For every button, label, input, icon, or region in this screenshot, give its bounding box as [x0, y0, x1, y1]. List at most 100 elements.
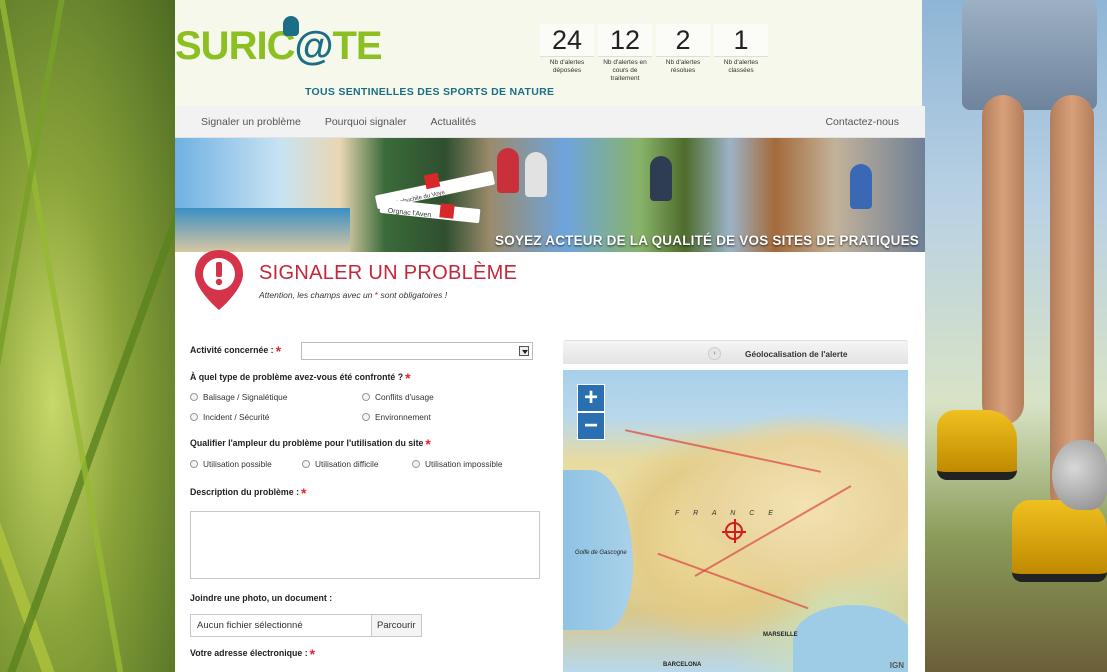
alert-marker-icon: [195, 250, 243, 310]
required-note: Attention, les champs avec un * sont obl…: [259, 290, 447, 300]
radio-label: Balisage / Signalétique: [203, 392, 288, 402]
radio-button[interactable]: [190, 393, 198, 401]
logo-text-left: SURIC: [175, 24, 295, 68]
severity-field: Qualifier l'ampleur du problème pour l'u…: [190, 436, 545, 469]
radio-use-impossible[interactable]: Utilisation impossible: [412, 459, 502, 469]
radio-label: Utilisation possible: [203, 459, 272, 469]
map-gulf-label: Golfe de Gascogne: [575, 550, 627, 556]
nav-item-contact[interactable]: Contactez-nous: [825, 116, 899, 128]
counter-value: 12: [598, 24, 652, 57]
counter-deposited: 24 Nb d'alertes déposées: [540, 24, 594, 83]
counter-value: 2: [656, 24, 710, 57]
site-tagline: TOUS SENTINELLES DES SPORTS DE NATURE: [305, 86, 555, 98]
logo-text-right: TE: [332, 24, 382, 68]
map-tab[interactable]: › Géolocalisation de l'alerte: [563, 340, 908, 364]
sign-marker-icon: [439, 203, 455, 219]
activity-label: Activité concernée :: [190, 345, 274, 355]
radio-label: Utilisation difficile: [315, 459, 379, 469]
background-grass: [0, 0, 175, 672]
description-textarea[interactable]: [190, 511, 540, 579]
geolocation-map[interactable]: F R A N C E Golfe de Gascogne MARSEILLE …: [563, 370, 908, 672]
browse-button[interactable]: Parcourir: [371, 614, 422, 637]
zoom-in-button[interactable]: +: [577, 384, 605, 412]
sign-bottom-text: Orgnac l'Aven: [387, 207, 432, 220]
required-star: *: [405, 370, 411, 386]
attachment-field: Joindre une photo, un document : Aucun f…: [190, 593, 545, 637]
activity-select[interactable]: [301, 342, 533, 360]
severity-label: Qualifier l'ampleur du problème pour l'u…: [190, 438, 424, 448]
counter-resolved: 2 Nb d'alertes résolues: [656, 24, 710, 83]
required-note-star: *: [374, 290, 379, 300]
nav-item-why-report[interactable]: Pourquoi signaler: [325, 116, 407, 128]
radio-usage-conflict[interactable]: Conflits d'usage: [362, 392, 434, 402]
activity-field: Activité concernée : *: [190, 334, 545, 364]
map-country-label: F R A N C E: [675, 510, 779, 517]
required-star: *: [301, 485, 307, 501]
banner-kayaker: [497, 148, 519, 193]
site-header: SURIC@TE TOUS SENTINELLES DES SPORTS DE …: [175, 16, 925, 106]
radio-environment[interactable]: Environnement: [362, 412, 431, 422]
map-road: [624, 429, 822, 473]
radio-button[interactable]: [190, 413, 198, 421]
hiker-shoe-left: [937, 410, 1017, 480]
report-form: Activité concernée : * À quel type de pro…: [190, 334, 545, 662]
nav-item-news[interactable]: Actualités: [431, 116, 477, 128]
alert-counters: 24 Nb d'alertes déposées 12 Nb d'alertes…: [540, 24, 768, 83]
counter-label: Nb d'alertes déposées: [549, 59, 585, 74]
nav-item-report[interactable]: Signaler un problème: [201, 116, 301, 128]
counter-label: Nb d'alertes classées: [723, 59, 759, 74]
map-road: [657, 552, 809, 610]
map-zoom-control: + −: [577, 384, 607, 440]
radio-signage[interactable]: Balisage / Signalétique: [190, 392, 362, 402]
radio-incident[interactable]: Incident / Sécurité: [190, 412, 362, 422]
counter-label: Nb d'alertes en cours de traitement: [603, 59, 647, 82]
required-note-before: Attention, les champs avec un: [259, 290, 373, 300]
radio-label: Conflits d'usage: [375, 392, 434, 402]
radio-use-difficult[interactable]: Utilisation difficile: [302, 459, 412, 469]
main-nav: Signaler un problème Pourquoi signaler A…: [175, 106, 925, 138]
chevron-right-icon[interactable]: ›: [708, 347, 721, 360]
map-city-barcelona: BARCELONA: [663, 662, 702, 668]
map-road: [694, 485, 852, 577]
banner-kayaker: [525, 152, 547, 197]
radio-label: Incident / Sécurité: [203, 412, 270, 422]
zoom-out-button[interactable]: −: [577, 412, 605, 440]
hero-banner: Lebuchile du Voye Orgnac l'Aven SOYEZ AC…: [175, 138, 925, 252]
email-field: Votre adresse électronique : *: [190, 646, 545, 662]
radio-label: Environnement: [375, 412, 431, 422]
banner-sign-bottom: Orgnac l'Aven: [379, 198, 481, 224]
file-name-display[interactable]: Aucun fichier sélectionné: [190, 614, 372, 637]
counter-value: 1: [714, 24, 768, 57]
main-page: Signaler un problème Pourquoi signaler A…: [175, 106, 925, 672]
sign-marker-icon: [423, 172, 441, 190]
radio-button[interactable]: [362, 393, 370, 401]
radio-button[interactable]: [190, 460, 198, 468]
site-logo[interactable]: SURIC@TE: [175, 24, 383, 69]
meerkat-icon: [283, 16, 299, 36]
counter-label: Nb d'alertes résolues: [665, 59, 701, 74]
description-label: Description du problème :: [190, 487, 299, 497]
problem-type-label: À quel type de problème avez-vous été co…: [190, 372, 404, 382]
required-star: *: [275, 343, 282, 359]
banner-caption: SOYEZ ACTEUR DE LA QUALITÉ DE VOS SITES …: [495, 233, 919, 248]
background-hiker: [922, 0, 1107, 672]
description-field: Description du problème : *: [190, 485, 545, 579]
radio-button[interactable]: [362, 413, 370, 421]
attachment-label: Joindre une photo, un document :: [190, 593, 333, 603]
radio-use-possible[interactable]: Utilisation possible: [190, 459, 302, 469]
required-star: *: [425, 436, 431, 452]
radio-button[interactable]: [412, 460, 420, 468]
hiker-shorts: [962, 0, 1097, 110]
required-note-after: sont obligatoires !: [380, 290, 448, 300]
banner-cyclist: [650, 156, 672, 201]
email-label: Votre adresse électronique :: [190, 648, 308, 658]
map-city-marseille: MARSEILLE: [763, 632, 798, 638]
map-tab-label: Géolocalisation de l'alerte: [745, 349, 848, 359]
logo-at: @: [294, 24, 333, 68]
form-title: SIGNALER UN PROBLÈME: [259, 262, 518, 284]
counter-value: 24: [540, 24, 594, 57]
map-attribution: IGN: [889, 661, 904, 670]
counter-in-progress: 12 Nb d'alertes en cours de traitement: [598, 24, 652, 83]
radio-button[interactable]: [302, 460, 310, 468]
chevron-down-icon[interactable]: [519, 346, 529, 356]
